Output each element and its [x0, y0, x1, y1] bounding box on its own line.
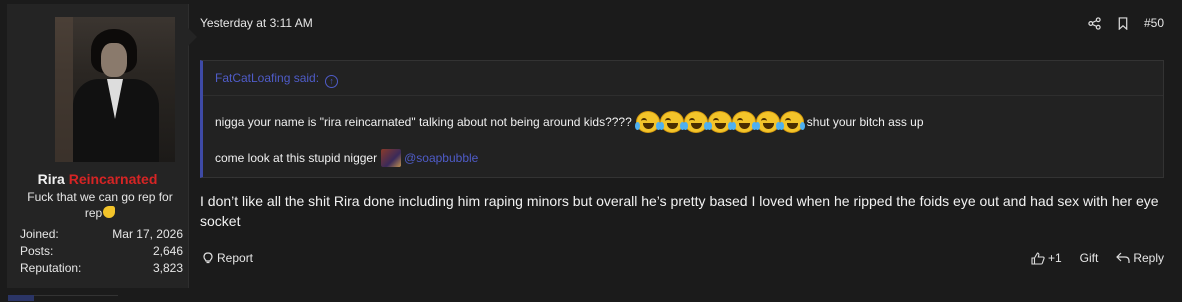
stat-label: Joined: [20, 227, 59, 241]
user-mention[interactable]: @soapbubble [404, 151, 478, 165]
avatar[interactable] [55, 17, 175, 162]
quote-author[interactable]: FatCatLoafing said: [215, 71, 319, 85]
crying-laughing-emoji [754, 111, 781, 133]
pagination-active[interactable] [8, 295, 34, 301]
crying-laughing-emoji [634, 111, 661, 133]
stat-posts: Posts: 2,646 [20, 243, 183, 260]
stat-label: Reputation: [20, 261, 82, 275]
gift-button[interactable]: Gift [1080, 251, 1099, 265]
reply-icon [1116, 252, 1130, 263]
bookmark-icon[interactable] [1116, 16, 1130, 30]
username-part2: Reincarnated [68, 171, 158, 187]
quote-header[interactable]: FatCatLoafing said: ↑ [203, 61, 1163, 96]
report-button[interactable]: Report [202, 251, 253, 265]
arrow-up-circle-icon[interactable]: ↑ [325, 75, 339, 88]
stat-value[interactable]: 2,646 [153, 243, 183, 260]
flag-icon [203, 252, 213, 264]
bottom-strip [0, 290, 1182, 301]
post-number[interactable]: #50 [1144, 16, 1164, 30]
thumbs-up-icon [1031, 251, 1045, 265]
mention-avatar[interactable] [381, 149, 402, 167]
stat-label: Posts: [20, 244, 54, 258]
like-button[interactable]: +1 [1031, 251, 1062, 265]
quote-text-2: come look at this stupid nigger [215, 151, 378, 165]
flexed-biceps-emoji [103, 206, 116, 218]
report-label: Report [217, 251, 254, 265]
post-body: I don’t like all the shit Rira done incl… [200, 193, 1159, 229]
stat-reputation: Reputation: 3,823 [20, 260, 183, 277]
crying-laughing-emoji [706, 111, 733, 133]
message-column: Yesterday at 3:11 AM #50 FatCatLoafing s… [188, 4, 1182, 288]
like-count: +1 [1047, 251, 1062, 265]
reply-button[interactable]: Reply [1116, 251, 1164, 265]
crying-laughing-emoji [730, 111, 757, 133]
stat-value: 3,823 [152, 261, 183, 275]
quote-line-2: come look at this stupid nigger @soapbub… [215, 149, 478, 167]
stat-joined: Joined: Mar 17, 2026 [20, 226, 183, 243]
quote-block: FatCatLoafing said: ↑ nigga your name is … [200, 60, 1164, 178]
post-date[interactable]: Yesterday at 3:11 AM [200, 16, 313, 30]
quote-text-1a: nigga your name is "rira reincarnated" t… [215, 115, 632, 129]
reply-label: Reply [1133, 251, 1164, 265]
crying-laughing-emoji [682, 111, 709, 133]
user-title-text: Fuck that we can go rep for rep [27, 190, 173, 220]
post: Rira Reincarnated Fuck that we can go re… [0, 0, 1182, 301]
crying-laughing-emoji [778, 111, 805, 133]
user-title: Fuck that we can go rep for rep [25, 189, 175, 221]
username-part1: Rira [37, 171, 69, 187]
crying-laughing-emoji [658, 111, 685, 133]
user-sidebar: Rira Reincarnated Fuck that we can go re… [7, 4, 189, 288]
share-icon[interactable] [1088, 16, 1102, 30]
post-actions: +1 Gift Reply [1031, 251, 1164, 265]
username[interactable]: Rira Reincarnated [7, 171, 188, 187]
user-stats: Joined: Mar 17, 2026 Posts: 2,646 Reputa… [20, 226, 183, 277]
emoji-row [634, 111, 805, 133]
stat-value: Mar 17, 2026 [112, 227, 183, 241]
quote-line-1: nigga your name is "rira reincarnated" t… [215, 111, 924, 133]
post-tools: #50 [1088, 16, 1164, 30]
quote-text-1b: shut your bitch ass up [806, 115, 924, 129]
